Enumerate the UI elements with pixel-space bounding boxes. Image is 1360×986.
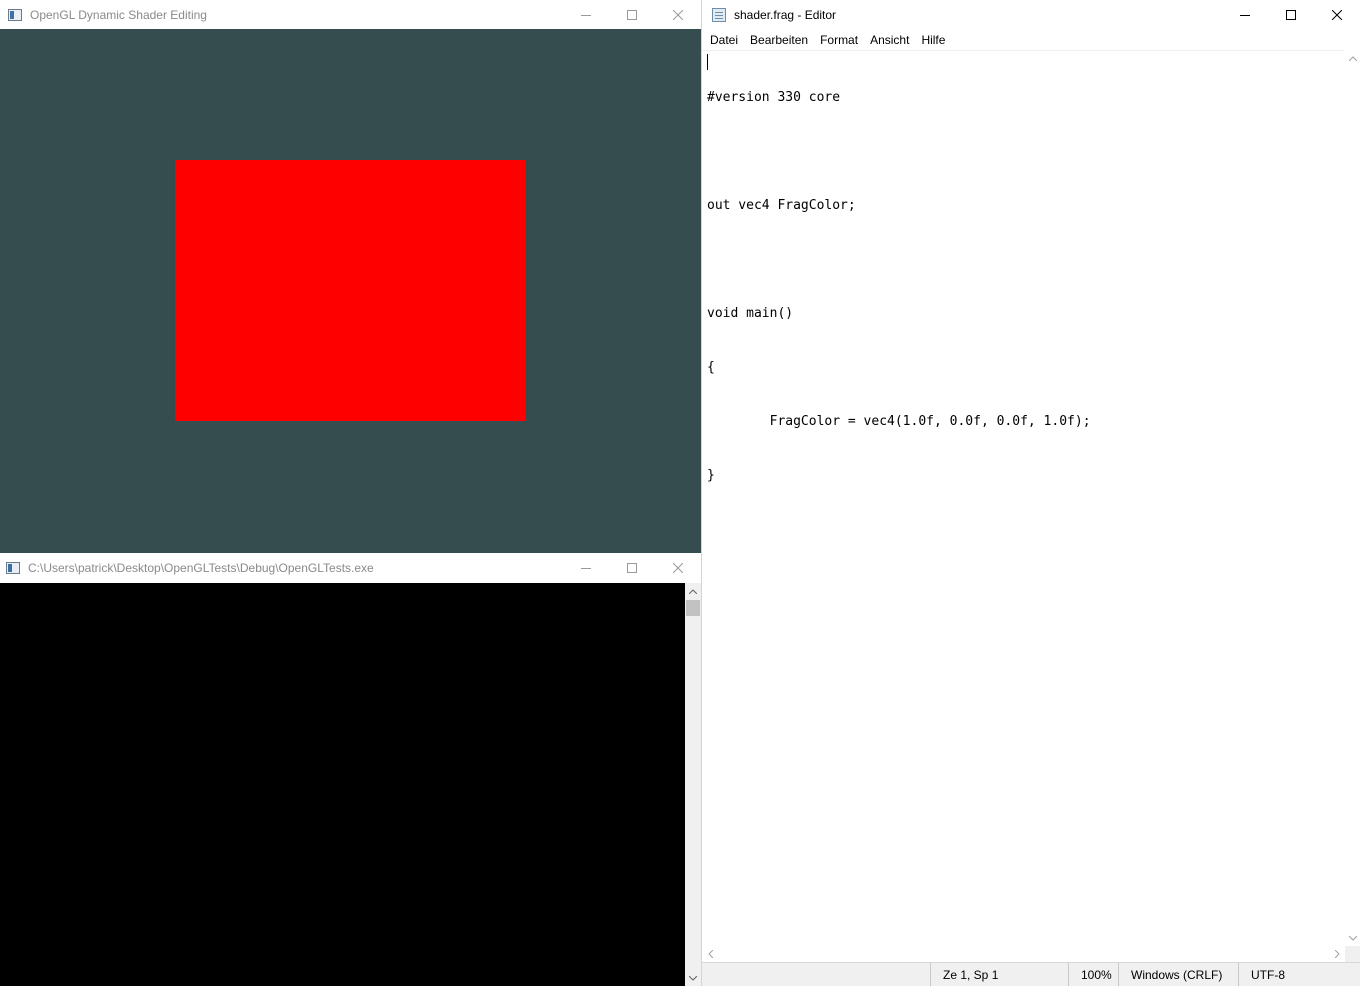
scroll-right-arrow-icon[interactable] [1329,946,1345,962]
opengl-window-title: OpenGL Dynamic Shader Editing [30,7,207,22]
status-line-endings: Windows (CRLF) [1118,963,1238,986]
scrollbar-corner [1345,946,1360,962]
menu-format[interactable]: Format [814,31,864,49]
menu-bar: Datei Bearbeiten Format Ansicht Hilfe [702,29,1360,50]
scroll-down-arrow-icon[interactable] [685,970,701,986]
scroll-up-arrow-icon[interactable] [1345,50,1360,66]
status-encoding: UTF-8 [1238,963,1360,986]
notepad-window: shader.frag - Editor Datei Bearbeiten Fo… [701,0,1360,986]
minimize-button[interactable] [1222,0,1268,29]
close-button[interactable] [655,553,701,583]
app-window-icon [8,8,22,21]
menu-bearbeiten[interactable]: Bearbeiten [744,31,814,49]
console-titlebar[interactable]: C:\Users\patrick\Desktop\OpenGLTests\Deb… [0,553,701,583]
console-scrollbar[interactable] [685,583,701,986]
code-line: out vec4 FragColor; [707,198,856,213]
opengl-titlebar[interactable]: OpenGL Dynamic Shader Editing [0,0,701,29]
maximize-button[interactable] [609,0,655,29]
console-window: C:\Users\patrick\Desktop\OpenGLTests\Deb… [0,553,701,986]
text-caret [707,54,708,70]
scroll-left-arrow-icon[interactable] [702,946,718,962]
opengl-render-area[interactable] [0,29,701,553]
notepad-titlebar[interactable]: shader.frag - Editor [702,0,1360,29]
close-button[interactable] [655,0,701,29]
menu-hilfe[interactable]: Hilfe [915,31,951,49]
code-line: #version 330 core [707,90,841,105]
notepad-icon [712,7,726,22]
editor-vertical-scrollbar[interactable] [1345,50,1360,946]
minimize-icon [1240,14,1250,16]
minimize-icon [581,14,591,16]
opengl-window: OpenGL Dynamic Shader Editing [0,0,701,553]
close-icon [673,9,683,20]
code-line: } [707,468,715,483]
maximize-icon [1286,9,1296,20]
menu-datei[interactable]: Datei [704,31,744,49]
status-cursor-position: Ze 1, Sp 1 [930,963,1068,986]
status-bar: Ze 1, Sp 1 100% Windows (CRLF) UTF-8 [702,962,1360,986]
console-output[interactable] [0,583,685,986]
text-editor-area[interactable]: #version 330 core out vec4 FragColor; vo… [702,50,1345,946]
code-line: { [707,360,715,375]
editor-horizontal-scrollbar[interactable] [702,946,1345,962]
scrollbar-thumb[interactable] [686,600,700,616]
code-line: void main() [707,306,794,321]
status-zoom: 100% [1068,963,1118,986]
notepad-title: shader.frag - Editor [734,7,837,22]
maximize-button[interactable] [609,553,655,583]
minimize-icon [581,568,591,569]
console-icon [6,562,20,574]
code-content: #version 330 core out vec4 FragColor; vo… [707,53,1091,521]
maximize-icon [627,563,637,573]
scroll-up-arrow-icon[interactable] [685,583,701,599]
close-button[interactable] [1314,0,1360,29]
maximize-icon [627,9,637,20]
minimize-button[interactable] [563,553,609,583]
close-icon [673,563,683,573]
code-line: FragColor = vec4(1.0f, 0.0f, 0.0f, 1.0f)… [707,414,1091,429]
minimize-button[interactable] [563,0,609,29]
console-window-title: C:\Users\patrick\Desktop\OpenGLTests\Deb… [28,561,374,575]
scroll-down-arrow-icon[interactable] [1345,930,1360,946]
menu-ansicht[interactable]: Ansicht [864,31,915,49]
close-icon [1332,9,1342,20]
maximize-button[interactable] [1268,0,1314,29]
red-rectangle [175,160,526,421]
